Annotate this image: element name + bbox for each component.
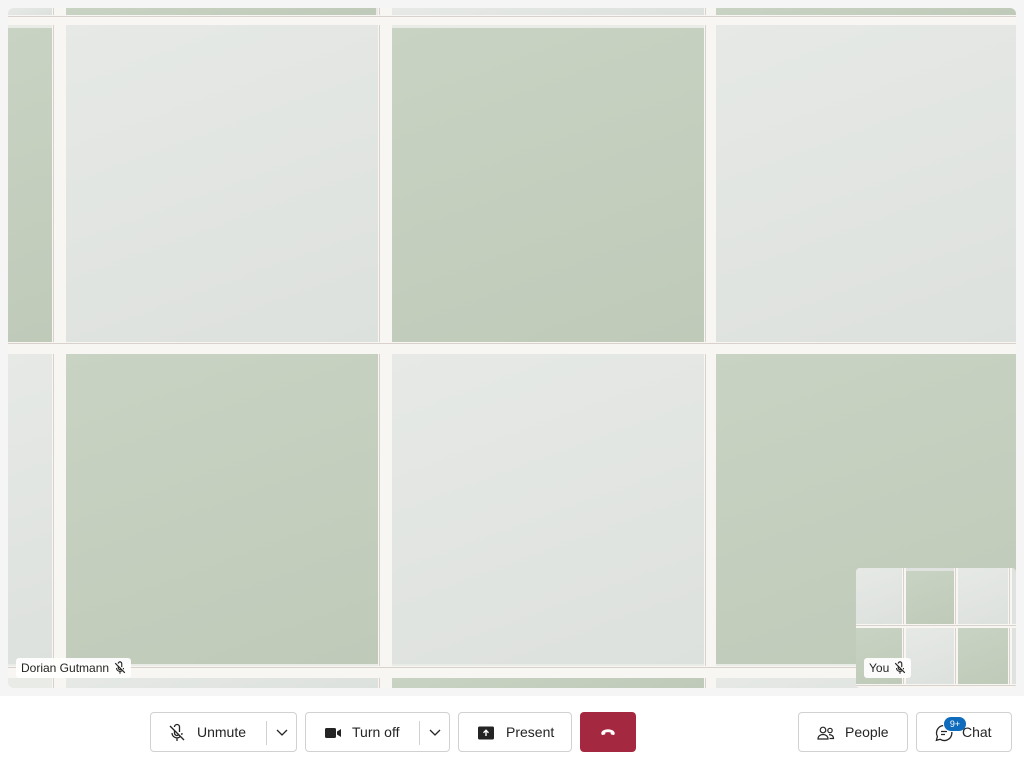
camera-label: Turn off: [352, 724, 400, 740]
people-icon: [816, 723, 836, 743]
chat-label: Chat: [962, 724, 992, 740]
participant-name: Dorian Gutmann: [21, 661, 110, 675]
mic-off-icon: [167, 723, 187, 743]
mic-off-icon: [113, 661, 127, 675]
camera-split-button: Turn off: [305, 712, 450, 752]
video-options-dropdown[interactable]: [420, 713, 450, 751]
unmute-button[interactable]: Unmute: [151, 713, 265, 751]
share-screen-icon: [476, 723, 496, 743]
hang-up-button[interactable]: [580, 712, 636, 752]
phone-hangup-icon: [599, 723, 617, 741]
present-label: Present: [506, 724, 555, 740]
unmute-label: Unmute: [197, 724, 247, 740]
unmute-split-button: Unmute: [150, 712, 297, 752]
mic-off-icon: [893, 661, 907, 675]
audio-options-dropdown[interactable]: [267, 713, 297, 751]
chevron-down-icon: [275, 725, 289, 739]
video-camera-icon: [323, 723, 343, 743]
people-label: People: [845, 724, 889, 740]
people-button[interactable]: People: [798, 712, 908, 752]
chat-button[interactable]: 9+ Chat: [916, 712, 1012, 752]
chevron-down-icon: [428, 725, 442, 739]
present-button[interactable]: Present: [458, 712, 572, 752]
camera-toggle-button[interactable]: Turn off: [306, 713, 418, 751]
self-label: You: [869, 661, 890, 675]
self-view[interactable]: You: [856, 568, 1016, 688]
participant-name-tag: Dorian Gutmann: [16, 658, 132, 678]
self-view-label: You: [864, 658, 912, 678]
